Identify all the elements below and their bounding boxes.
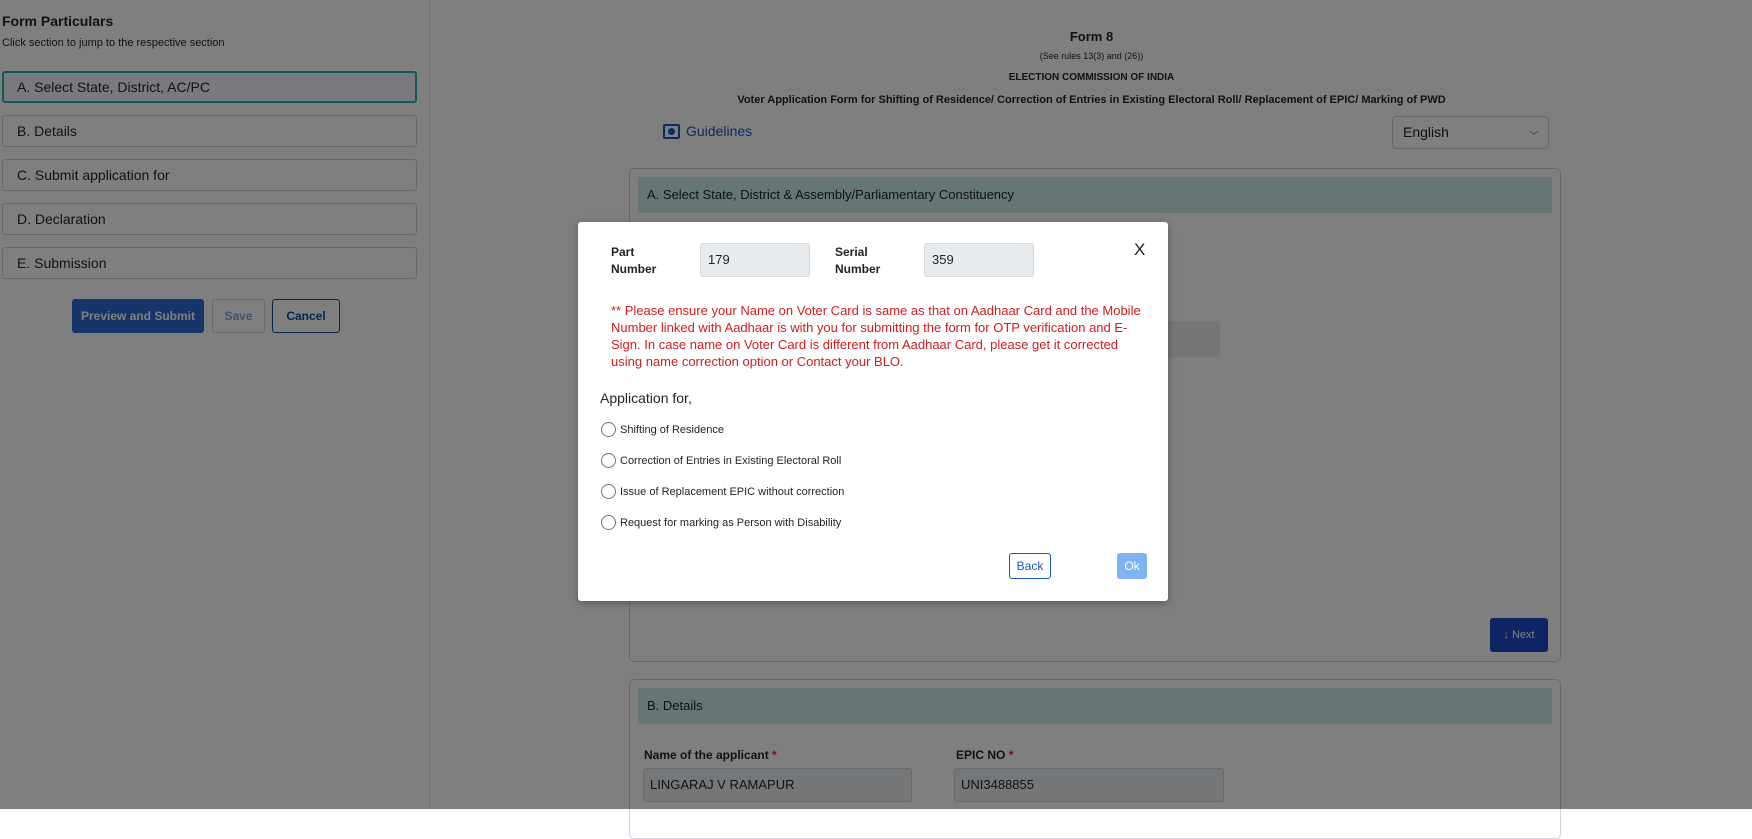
option-correction-of-entries[interactable]: Correction of Entries in Existing Electo… (601, 453, 841, 468)
option-label: Request for marking as Person with Disab… (620, 516, 842, 529)
part-number-input[interactable]: 179 (700, 243, 810, 277)
option-replacement-epic[interactable]: Issue of Replacement EPIC without correc… (601, 484, 844, 499)
radio-button[interactable] (601, 515, 616, 530)
part-number-label: Part Number (611, 245, 657, 276)
option-person-with-disability[interactable]: Request for marking as Person with Disab… (601, 515, 841, 530)
serial-number-input[interactable]: 359 (924, 243, 1034, 277)
radio-button[interactable] (601, 422, 616, 437)
option-shifting-of-residence[interactable]: Shifting of Residence (601, 422, 724, 437)
option-label: Correction of Entries in Existing Electo… (620, 454, 842, 467)
option-label: Issue of Replacement EPIC without correc… (620, 485, 845, 498)
aadhaar-warning: ** Please ensure your Name on Voter Card… (611, 303, 1141, 369)
back-button[interactable]: Back (1009, 553, 1051, 579)
application-type-modal: Part Number 179 Serial Number 359 X ** P… (578, 222, 1168, 601)
option-label: Shifting of Residence (620, 423, 724, 436)
ok-button[interactable]: Ok (1117, 553, 1147, 579)
radio-button[interactable] (601, 453, 616, 468)
close-icon[interactable]: X (1134, 240, 1145, 260)
application-for-label: Application for, (600, 390, 692, 406)
radio-button[interactable] (601, 484, 616, 499)
serial-number-label: Serial Number (835, 245, 881, 276)
